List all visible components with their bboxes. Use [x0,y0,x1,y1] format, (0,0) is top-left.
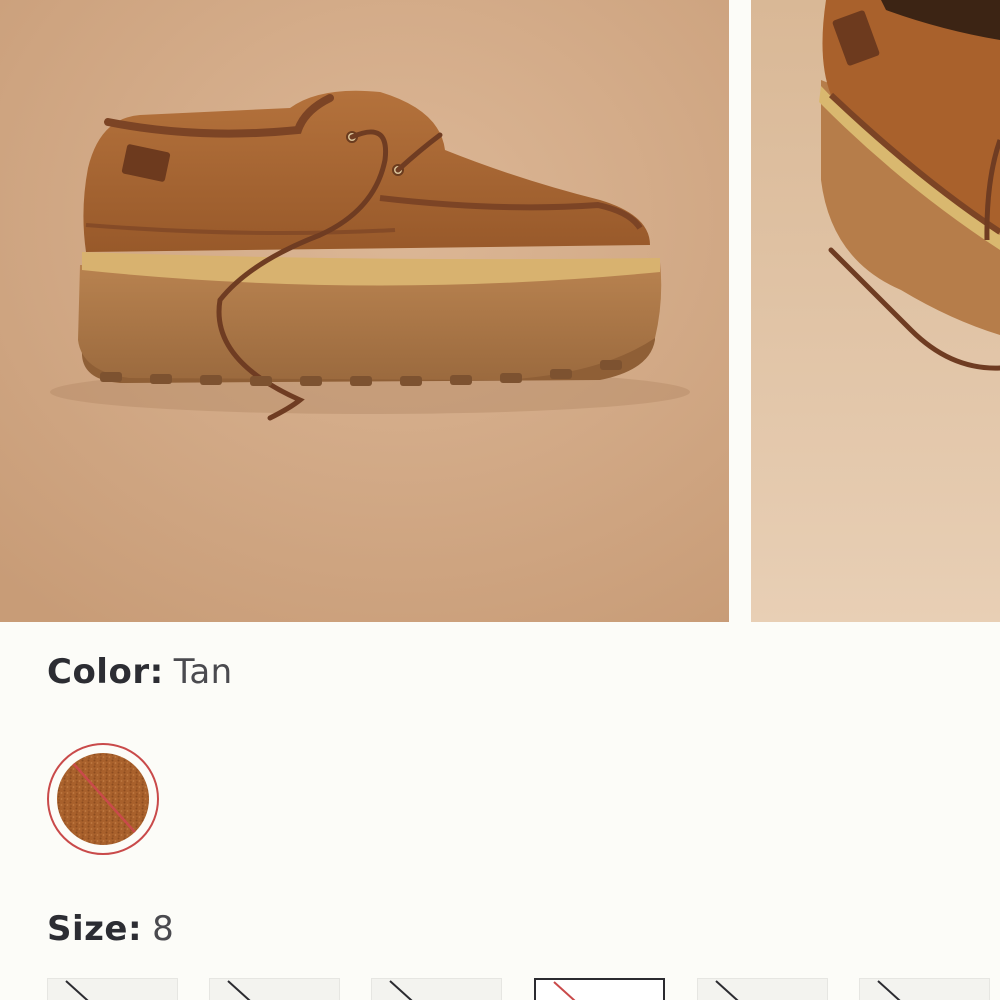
size-option-6[interactable]: 6 [209,978,340,1000]
size-option-10[interactable]: 10 [859,978,990,1000]
unavailable-strike-icon [389,980,413,1000]
size-option-9[interactable]: 9 [697,978,828,1000]
suede-texture-swatch-icon [57,753,149,845]
size-options-list: 5 6 7 8 9 10 [47,978,1000,1000]
unavailable-strike-icon [715,980,739,1000]
product-image-main[interactable] [0,0,729,622]
unavailable-strike-icon [877,980,901,1000]
unavailable-strike-icon [553,981,576,1000]
color-swatch-tan[interactable] [47,743,159,855]
size-option-8-selected[interactable]: 8 [534,978,665,1000]
unavailable-strike-icon [65,980,89,1000]
selected-size-value: 8 [152,909,175,949]
size-option-7[interactable]: 7 [371,978,502,1000]
product-image-secondary[interactable] [751,0,1000,622]
size-label: Size: [47,909,143,949]
size-option-5[interactable]: 5 [47,978,178,1000]
color-label: Color: [47,652,164,692]
selected-color-value: Tan [173,652,233,692]
size-selection-heading: Size: 8 [47,909,174,949]
shoe-heel-closeup-image [751,0,1000,622]
product-image-gallery[interactable] [0,0,1000,622]
shoe-side-view-image [0,0,729,622]
color-selection-heading: Color: Tan [47,652,233,692]
unavailable-strike-icon [227,980,251,1000]
